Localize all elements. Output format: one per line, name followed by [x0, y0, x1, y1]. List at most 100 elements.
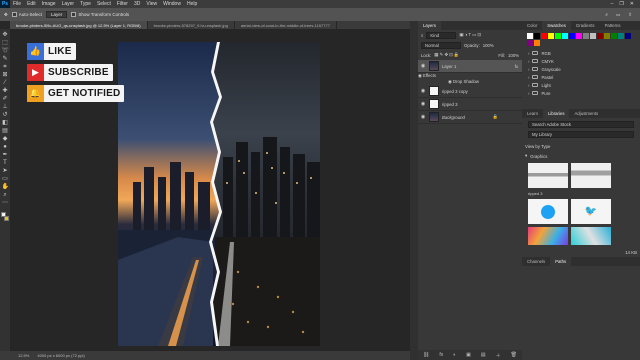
zoom-level[interactable]: 12.5%	[18, 353, 29, 358]
menu-layer[interactable]: Layer	[59, 1, 78, 7]
tab-layers[interactable]: Layers	[418, 21, 441, 30]
workspace-icon[interactable]: ▭	[616, 12, 620, 18]
swatch-chip[interactable]	[555, 33, 561, 39]
graphic-ripped-2[interactable]	[571, 163, 611, 188]
doc-tab-active[interactable]: brooke-pinders-5l9c-AUG_qs-unsplash.jpg …	[10, 21, 148, 29]
swatch-folder-pure[interactable]: › Pure	[522, 89, 640, 97]
menu-select[interactable]: Select	[94, 1, 114, 7]
subscribe-badge[interactable]: ▶ SUBSCRIBE	[27, 64, 113, 81]
swatch-chip[interactable]	[597, 33, 603, 39]
layer-row-ripped-copy[interactable]: ◉ ripped 3 copy	[418, 85, 522, 98]
tab-adjustments[interactable]: Adjustments	[569, 109, 603, 118]
swatch-folder-pastel[interactable]: › Pastel	[522, 73, 640, 81]
library-select[interactable]: My Library	[528, 131, 634, 138]
tab-patterns[interactable]: Patterns	[600, 21, 626, 30]
mask-icon[interactable]: ▣	[466, 352, 471, 358]
opacity-value[interactable]: 100%	[483, 43, 494, 48]
auto-select-option[interactable]: Auto-Select	[11, 12, 42, 17]
swatch-folder-cmyk[interactable]: › CMYK	[522, 57, 640, 65]
hand-tool-icon[interactable]: ✋	[2, 184, 9, 191]
visibility-eye-icon[interactable]: ◉	[420, 88, 426, 94]
brush-tool-icon[interactable]: ✐	[2, 96, 9, 103]
notify-badge[interactable]: 🔔 GET NOTIFIED	[27, 85, 125, 102]
view-by-row[interactable]: View by Type	[522, 141, 640, 151]
menu-help[interactable]: Help	[184, 1, 200, 7]
group-icon[interactable]: ▤	[481, 352, 486, 358]
color-swatches[interactable]	[1, 212, 9, 221]
maximize-button[interactable]: ❐	[619, 1, 623, 7]
link-layers-icon[interactable]: ⛓	[423, 352, 429, 358]
swatch-chip[interactable]	[576, 33, 582, 39]
visibility-eye-icon[interactable]: ◉	[420, 101, 426, 107]
layer-row-ripped[interactable]: ◉ ripped 3	[418, 98, 522, 111]
swatch-chip[interactable]	[569, 33, 575, 39]
lasso-tool-icon[interactable]: ➰	[2, 48, 9, 55]
menu-image[interactable]: Image	[39, 1, 59, 7]
visibility-eye-icon[interactable]: ◉	[420, 63, 426, 69]
search-icon[interactable]: ⌕	[605, 12, 608, 18]
blend-mode-select[interactable]: Normal	[421, 41, 461, 49]
foreground-color-swatch[interactable]	[1, 212, 6, 217]
layer-name[interactable]: Layer 1	[442, 64, 456, 69]
transform-controls-option[interactable]: Show Transform Controls	[71, 12, 129, 17]
tab-paths[interactable]: Paths	[550, 257, 572, 266]
auto-select-dropdown[interactable]: Layer	[46, 11, 68, 18]
shape-tool-icon[interactable]: ▭	[2, 176, 9, 183]
history-brush-icon[interactable]: ↺	[2, 112, 9, 119]
graphic-ripped-1[interactable]	[528, 163, 568, 188]
menu-edit[interactable]: Edit	[24, 1, 39, 7]
layer-name[interactable]: Background	[442, 115, 465, 120]
trash-icon[interactable]: 🗑	[511, 352, 517, 358]
fx-indicator[interactable]: fx	[515, 64, 522, 69]
eraser-tool-icon[interactable]: ◧	[2, 120, 9, 127]
tab-channels[interactable]: Channels	[522, 257, 550, 266]
move-tool-icon[interactable]: ✥	[2, 32, 9, 39]
layer-name[interactable]: ripped 3 copy	[442, 89, 468, 94]
graphic-twitter-black[interactable]: 🐦	[571, 199, 611, 224]
layer-row-background[interactable]: ◉ Background 🔒	[418, 111, 522, 124]
lock-icons[interactable]: ▦ ✎ ✥ ⊡ 🔒	[434, 52, 459, 58]
graphic-texture-1[interactable]	[528, 227, 568, 245]
eyedropper-tool-icon[interactable]: ⁄	[2, 80, 9, 87]
swatch-chip[interactable]	[534, 40, 540, 46]
close-button[interactable]: ✕	[630, 1, 634, 7]
doc-tab-3[interactable]: aerial-view-of-road-in-the-middle-of-tre…	[235, 21, 337, 29]
recent-swatches[interactable]	[522, 30, 640, 49]
pen-tool-icon[interactable]: ✒	[2, 152, 9, 159]
visibility-eye-icon[interactable]: ◉	[420, 114, 426, 120]
layer-kind-filter[interactable]: Kind	[426, 31, 457, 39]
menu-file[interactable]: File	[10, 1, 24, 7]
frame-tool-icon[interactable]: ⊠	[2, 72, 9, 79]
document-canvas[interactable]	[118, 42, 320, 346]
clone-stamp-icon[interactable]: ⊥	[2, 104, 9, 111]
crop-tool-icon[interactable]: ⌗	[2, 64, 9, 71]
graphic-twitter-blue[interactable]	[528, 199, 568, 224]
tab-color[interactable]: Color	[522, 21, 542, 30]
tab-libraries[interactable]: Libraries	[543, 109, 570, 118]
menu-filter[interactable]: Filter	[114, 1, 131, 7]
layer-name[interactable]: ripped 3	[442, 102, 458, 107]
fill-value[interactable]: 100%	[508, 53, 519, 58]
doc-tab-2[interactable]: brooke-pinders-578297_9.hr-unsplash.jpg	[148, 21, 235, 29]
swatch-chip[interactable]	[527, 40, 533, 46]
healing-brush-icon[interactable]: ✚	[2, 88, 9, 95]
like-badge[interactable]: 👍 LIKE	[27, 43, 76, 60]
swatch-chip[interactable]	[590, 33, 596, 39]
menu-view[interactable]: View	[143, 1, 160, 7]
visibility-eye-icon[interactable]: ◉	[448, 79, 452, 84]
adjustment-layer-icon[interactable]: ◐	[453, 352, 456, 358]
tab-gradients[interactable]: Gradients	[571, 21, 600, 30]
new-layer-icon[interactable]: ＋	[496, 352, 501, 359]
swatch-folder-grayscale[interactable]: › Grayscale	[522, 65, 640, 73]
zoom-tool-icon[interactable]: ⌕	[2, 192, 9, 199]
more-tools-icon[interactable]: ⋯	[2, 200, 9, 207]
swatch-chip[interactable]	[583, 33, 589, 39]
swatch-chip[interactable]	[534, 33, 540, 39]
swatch-chip[interactable]	[562, 33, 568, 39]
type-tool-icon[interactable]: T	[2, 160, 9, 167]
swatch-folder-light[interactable]: › Light	[522, 81, 640, 89]
transform-controls-checkbox[interactable]	[71, 12, 77, 17]
canvas-area[interactable]: 👍 LIKE ▶ SUBSCRIBE 🔔 GET NOTIFIED	[10, 29, 410, 351]
swatch-chip[interactable]	[527, 33, 533, 39]
auto-select-checkbox[interactable]	[11, 12, 17, 17]
